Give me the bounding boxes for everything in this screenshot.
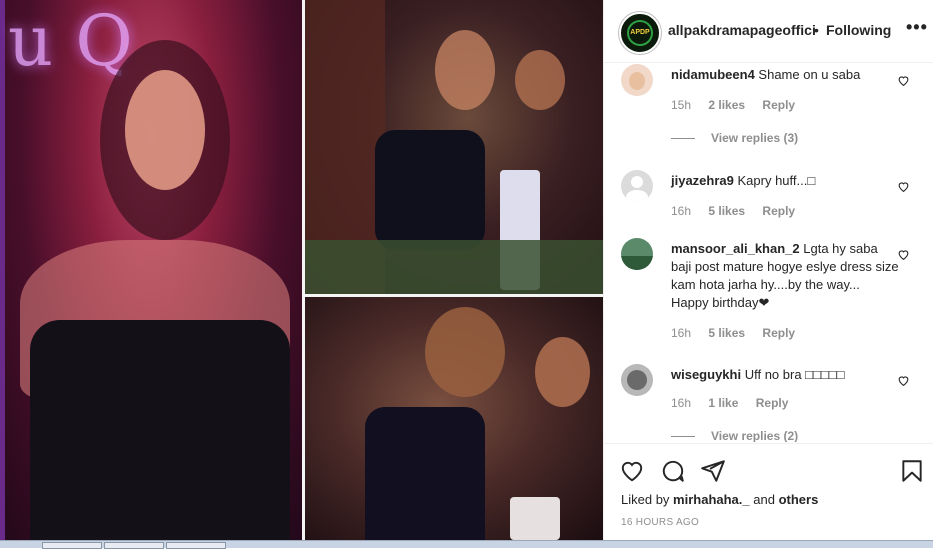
dress-shape (30, 320, 290, 540)
comment-meta: 15h 2 likes Reply (671, 98, 809, 112)
photo-left: u Q (0, 0, 302, 540)
taskbar-button[interactable] (42, 542, 102, 549)
view-replies-label: View replies (3) (711, 131, 799, 145)
woman-dress-shape (375, 130, 485, 250)
neon-edge (0, 0, 5, 540)
post-timestamp[interactable]: 16 HOURS AGO (621, 517, 699, 528)
popcorn-cake-shape (510, 497, 560, 540)
comment-likes[interactable]: 5 likes (708, 204, 745, 218)
face-shape (125, 70, 205, 190)
more-icon[interactable]: ••• (906, 17, 928, 38)
photo-bottom-right (305, 297, 603, 540)
comment-meta: 16h 1 like Reply (671, 396, 802, 410)
liked-others[interactable]: others (779, 492, 819, 507)
author-username[interactable]: allpakdramapageoffici (668, 22, 816, 38)
neon-sign-text: u Q (8, 0, 133, 82)
collage-divider-vertical (302, 0, 305, 540)
comment-text: jiyazehra9 Kapry huff...□ (671, 172, 899, 190)
liked-by: Liked by mirhahaha._ and others (621, 492, 818, 507)
liked-user[interactable]: mirhahaha._ (673, 492, 750, 507)
man-face-shape (515, 50, 565, 110)
comment-text: wiseguykhi Uff no bra □□□□□ (671, 366, 899, 384)
photo-top-right (305, 0, 603, 294)
avatar-logo: APDP (627, 20, 653, 46)
view-replies-label: View replies (2) (711, 429, 799, 442)
commenter-avatar[interactable] (621, 238, 653, 270)
reply-button[interactable]: Reply (756, 396, 789, 410)
replies-line (671, 138, 695, 140)
taskbar-button[interactable] (104, 542, 164, 549)
man-face-shape-2 (535, 337, 590, 407)
commenter-avatar[interactable] (621, 64, 653, 96)
post-sidebar: APDP allpakdramapageoffici • Following •… (603, 0, 933, 547)
comment-content: Kapry huff...□ (737, 173, 816, 188)
post-actions: Liked by mirhahaha._ and others 16 HOURS… (604, 443, 933, 548)
comment-likes[interactable]: 1 like (708, 396, 738, 410)
reply-button[interactable]: Reply (762, 204, 795, 218)
comment-time: 15h (671, 98, 692, 112)
heart-icon[interactable] (897, 374, 910, 387)
commenter-avatar[interactable] (621, 170, 653, 202)
comment-username[interactable]: nidamubeen4 (671, 67, 755, 82)
header-separator: • (814, 22, 819, 38)
liked-prefix: Liked by (621, 492, 674, 507)
replies-line (671, 436, 695, 438)
collage-divider-horizontal (305, 294, 603, 297)
comment-likes[interactable]: 5 likes (708, 326, 745, 340)
following-button[interactable]: Following (826, 22, 891, 38)
bookmark-icon[interactable] (899, 458, 925, 484)
comment-username[interactable]: wiseguykhi (671, 367, 741, 382)
comment-content: Shame on u saba (758, 67, 861, 82)
woman-face-shape (435, 30, 495, 110)
liked-and: and (749, 492, 779, 507)
view-replies-button[interactable]: View replies (2) (671, 429, 798, 442)
woman-dress-shape-2 (365, 407, 485, 540)
comment-likes[interactable]: 2 likes (708, 98, 745, 112)
post-media[interactable]: u Q (0, 0, 603, 540)
view-replies-button[interactable]: View replies (3) (671, 131, 798, 145)
comment-content: Uff no bra □□□□□ (744, 367, 845, 382)
heart-icon[interactable] (897, 248, 910, 261)
comment-text: nidamubeen4 Shame on u saba (671, 66, 899, 84)
heart-icon[interactable] (897, 74, 910, 87)
flowers-shape (305, 240, 603, 294)
heart-icon[interactable] (619, 458, 645, 484)
comments-list[interactable]: nidamubeen4 Shame on u saba 15h 2 likes … (604, 62, 933, 442)
author-avatar[interactable]: APDP (619, 12, 661, 54)
comment-username[interactable]: mansoor_ali_khan_2 (671, 241, 800, 256)
commenter-avatar[interactable] (621, 364, 653, 396)
comment-meta: 16h 5 likes Reply (671, 326, 809, 340)
post-header: APDP allpakdramapageoffici • Following •… (604, 0, 933, 63)
comment-text: mansoor_ali_khan_2 Lgta hy saba baji pos… (671, 240, 899, 312)
comment-time: 16h (671, 204, 692, 218)
comment-time: 16h (671, 396, 692, 410)
share-icon[interactable] (700, 458, 726, 484)
woman-hair-shape (425, 307, 505, 397)
comment-meta: 16h 5 likes Reply (671, 204, 809, 218)
reply-button[interactable]: Reply (762, 98, 795, 112)
taskbar-button[interactable] (166, 542, 226, 549)
comment-icon[interactable] (660, 458, 686, 484)
reply-button[interactable]: Reply (762, 326, 795, 340)
comment-username[interactable]: jiyazehra9 (671, 173, 734, 188)
heart-icon[interactable] (897, 180, 910, 193)
comment-time: 16h (671, 326, 692, 340)
